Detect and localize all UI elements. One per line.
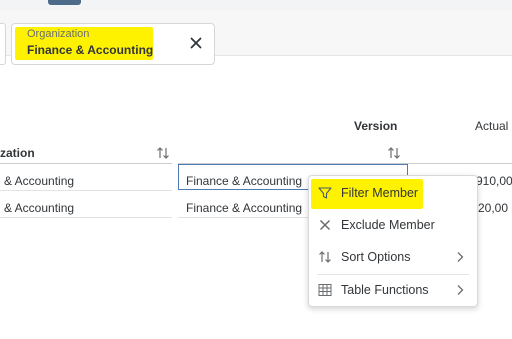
chevron-right-icon: [454, 283, 466, 297]
column-header-organization[interactable]: zation: [0, 146, 35, 160]
table-cell-actual[interactable]: 20,00: [478, 201, 508, 215]
close-icon[interactable]: [187, 34, 205, 52]
row-divider: [0, 217, 172, 218]
menu-item-filter-member[interactable]: Filter Member: [309, 177, 477, 209]
table-cell-organization[interactable]: & Accounting: [4, 174, 74, 188]
row-divider: [0, 190, 172, 191]
row-divider: [178, 217, 308, 218]
menu-item-label: Exclude Member: [341, 218, 435, 232]
table-cell-actual[interactable]: 910,00: [476, 174, 512, 188]
table-cell-organization[interactable]: & Accounting: [4, 201, 74, 215]
filter-bar: Organization Finance & Accounting: [0, 11, 512, 65]
column-header-actual[interactable]: Actual: [475, 119, 508, 133]
header-divider: [0, 163, 172, 164]
sort-icon[interactable]: [386, 145, 402, 161]
close-icon: [317, 217, 333, 233]
sort-icon[interactable]: [155, 145, 171, 161]
table-cell-version[interactable]: Finance & Accounting: [186, 201, 310, 215]
filter-chip-organization[interactable]: Organization Finance & Accounting: [11, 23, 215, 65]
filter-icon: [317, 185, 333, 201]
menu-item-sort-options[interactable]: Sort Options: [309, 241, 477, 273]
menu-item-table-functions[interactable]: Table Functions: [309, 274, 477, 306]
menu-item-label: Table Functions: [341, 283, 429, 297]
menu-item-label: Sort Options: [341, 250, 411, 264]
table-icon: [317, 282, 333, 298]
column-header-version[interactable]: Version: [354, 119, 397, 133]
chip-label: Organization: [27, 28, 90, 40]
menu-item-label: Filter Member: [341, 186, 419, 200]
chip-value: Finance & Accounting: [27, 43, 154, 57]
active-tab-indicator[interactable]: [48, 0, 81, 5]
sort-icon: [317, 249, 333, 265]
table-cell-version[interactable]: Finance & Accounting: [186, 174, 310, 188]
context-menu: Filter Member Exclude Member Sort Option…: [308, 175, 478, 307]
chevron-right-icon: [454, 250, 466, 264]
menu-item-exclude-member[interactable]: Exclude Member: [309, 209, 477, 241]
previous-chip-edge[interactable]: [0, 23, 6, 65]
